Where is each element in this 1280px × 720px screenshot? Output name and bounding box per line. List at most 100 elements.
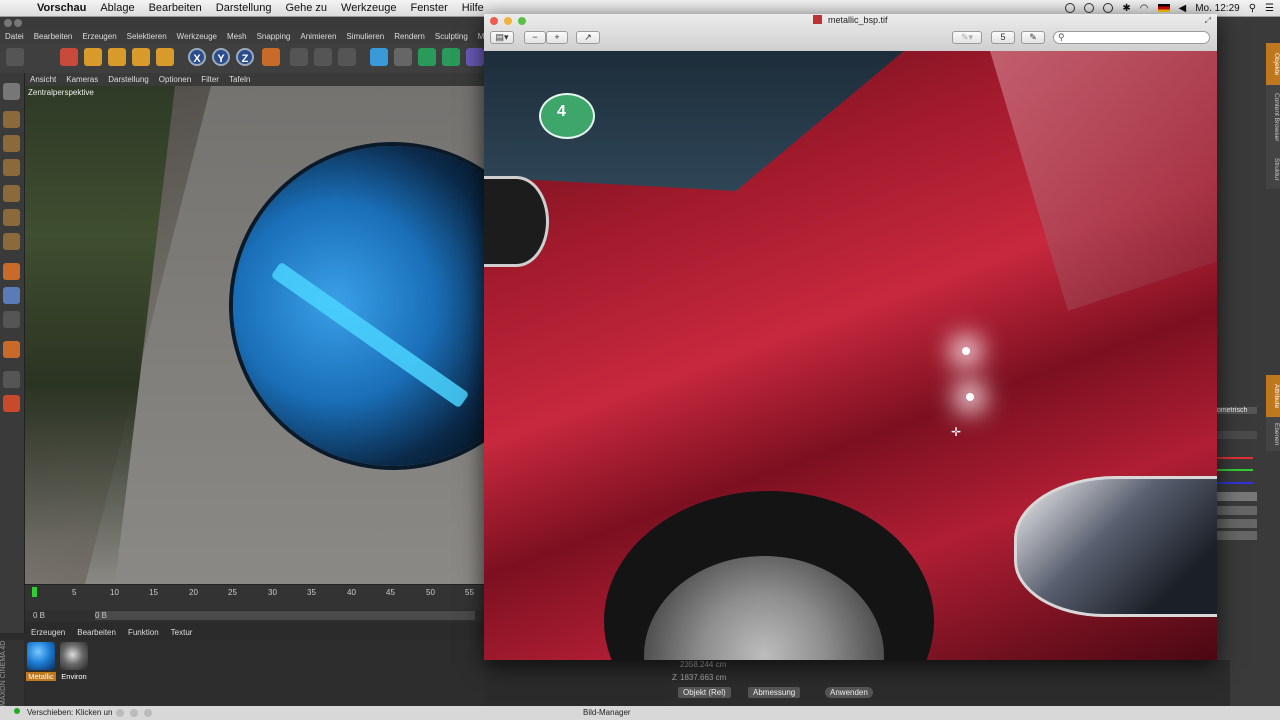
volume-icon[interactable]: ◀ — [1179, 3, 1187, 14]
menubar-clock[interactable]: Mo. 12:29 — [1195, 3, 1239, 14]
tab-ebenen[interactable]: Ebenen — [1266, 417, 1280, 451]
menu-werkzeuge[interactable]: Werkzeuge — [334, 2, 403, 14]
record-icon[interactable] — [1065, 3, 1076, 13]
frame-range-slider[interactable] — [95, 611, 475, 620]
bild-manager-minimize-button[interactable] — [130, 709, 138, 717]
scale-tool-icon[interactable] — [108, 48, 126, 66]
sidebar-view-button[interactable]: ▤▾ — [490, 31, 514, 44]
y-axis-toggle[interactable]: Y — [212, 48, 230, 66]
quantize-icon[interactable] — [3, 341, 20, 358]
car-fender-photo[interactable]: 4 ✛ — [484, 51, 1217, 660]
deformer-icon[interactable] — [466, 48, 484, 66]
viewport-menu-optionen[interactable]: Optionen — [154, 75, 196, 84]
move-tool-icon[interactable] — [84, 48, 102, 66]
select-tool-icon[interactable] — [60, 48, 78, 66]
c4d-menu-rendern[interactable]: Rendern — [389, 32, 430, 41]
zoom-in-button[interactable]: + — [546, 31, 568, 44]
make-editable-icon[interactable] — [3, 83, 20, 100]
polygons-mode-icon[interactable] — [3, 233, 20, 250]
bild-manager-zoom-button[interactable] — [144, 709, 152, 717]
object-mode-dropdown[interactable]: Objekt (Rel) — [678, 687, 731, 698]
axis-mode-icon[interactable] — [3, 263, 20, 280]
c4d-menu-werkzeuge[interactable]: Werkzeuge — [172, 32, 222, 41]
viewport-menu-kameras[interactable]: Kameras — [61, 75, 103, 84]
viewport-menu-ansicht[interactable]: Ansicht — [25, 75, 61, 84]
bluetooth-icon[interactable]: ✱ — [1122, 3, 1130, 14]
attribute-dropdown[interactable] — [1217, 519, 1257, 528]
zoom-out-button[interactable]: − — [524, 31, 546, 44]
cloner-icon[interactable] — [442, 48, 460, 66]
menu-gehe-zu[interactable]: Gehe zu — [278, 2, 334, 14]
material-environ-label[interactable]: Environ — [59, 672, 89, 681]
c4d-menu-bearbeiten[interactable]: Bearbeiten — [29, 32, 78, 41]
edit-toolbar-button[interactable]: ✎ — [1021, 31, 1045, 44]
share-button[interactable]: ↗ — [576, 31, 600, 44]
c4d-menu-selektieren[interactable]: Selektieren — [122, 32, 172, 41]
search-field[interactable]: ⚲ — [1053, 31, 1210, 44]
subdivision-surface-icon[interactable] — [418, 48, 436, 66]
material-menu-textur[interactable]: Textur — [165, 628, 199, 639]
workplane-icon[interactable] — [3, 395, 20, 412]
material-metallic-swatch[interactable] — [27, 642, 55, 670]
material-menu-funktion[interactable]: Funktion — [122, 628, 165, 639]
workplane-mode-icon[interactable] — [3, 159, 20, 176]
menu-hilfe[interactable]: Hilfe — [455, 2, 491, 14]
notification-center-icon[interactable]: ☰ — [1265, 3, 1274, 14]
c4d-minimize-button[interactable] — [14, 19, 22, 27]
menu-fenster[interactable]: Fenster — [403, 2, 454, 14]
attribute-field[interactable] — [1217, 431, 1257, 439]
tab-attribute[interactable]: Attribute — [1266, 375, 1280, 417]
coord-z-value[interactable]: 1837.663 cm — [680, 673, 726, 682]
time-machine-icon[interactable] — [1103, 3, 1114, 13]
lock-workplane-icon[interactable] — [3, 371, 20, 388]
viewport-menu-tafeln[interactable]: Tafeln — [224, 75, 255, 84]
menu-darstellung[interactable]: Darstellung — [209, 2, 279, 14]
c4d-menu-datei[interactable]: Datei — [0, 32, 29, 41]
coord-y-value[interactable]: 2358.244 cm — [680, 660, 726, 669]
tab-objekte[interactable]: Objekte — [1266, 43, 1280, 85]
attribute-mode-label[interactable]: ometrisch — [1217, 407, 1257, 414]
viewport-menu-filter[interactable]: Filter — [196, 75, 224, 84]
points-mode-icon[interactable] — [3, 185, 20, 202]
z-axis-toggle[interactable]: Z — [236, 48, 254, 66]
render-view-icon[interactable] — [290, 48, 308, 66]
annotate-dropdown[interactable]: ✎▾ — [952, 31, 982, 44]
menu-ablage[interactable]: Ablage — [93, 2, 141, 14]
current-frame-field[interactable]: 0 B — [33, 611, 45, 620]
coordinate-system-icon[interactable] — [262, 48, 280, 66]
snapping-icon[interactable] — [3, 311, 20, 328]
viewport-menu-darstellung[interactable]: Darstellung — [103, 75, 153, 84]
undo-icon[interactable] — [6, 48, 24, 66]
tweak-mode-icon[interactable] — [3, 287, 20, 304]
preview-title-bar[interactable]: metallic_bsp.tif ⤢ ▤▾ − + ↗ ✎▾ 5 ✎ ⚲ — [484, 14, 1217, 52]
material-menu-bearbeiten[interactable]: Bearbeiten — [71, 628, 122, 639]
timeline[interactable]: 0 5 10 15 20 25 30 35 40 45 50 55 — [25, 584, 485, 611]
wifi-icon[interactable]: ◠ — [1140, 3, 1149, 14]
spline-pen-icon[interactable] — [394, 48, 412, 66]
x-axis-toggle[interactable]: X — [188, 48, 206, 66]
c4d-menu-snapping[interactable]: Snapping — [252, 32, 296, 41]
texture-mode-icon[interactable] — [3, 135, 20, 152]
tab-struktur[interactable]: Struktur — [1266, 149, 1280, 189]
fullscreen-icon[interactable]: ⤢ — [1205, 16, 1211, 26]
sync-icon[interactable] — [1084, 3, 1095, 13]
tab-content-browser[interactable]: Content Browser — [1266, 85, 1280, 149]
attribute-dropdown[interactable] — [1217, 492, 1257, 501]
model-mode-icon[interactable] — [3, 111, 20, 128]
c4d-menu-erzeugen[interactable]: Erzeugen — [77, 32, 121, 41]
attribute-dropdown[interactable] — [1217, 506, 1257, 515]
attribute-dropdown[interactable] — [1217, 531, 1257, 540]
material-environ-swatch[interactable] — [60, 642, 88, 670]
c4d-menu-simulieren[interactable]: Simulieren — [341, 32, 389, 41]
material-metallic-label[interactable]: Metallic — [26, 672, 56, 681]
spotlight-icon[interactable]: ⚲ — [1249, 3, 1256, 14]
3d-viewport[interactable]: Zentralperspektive — [25, 86, 485, 584]
rotate-page-button[interactable]: 5 — [991, 31, 1015, 44]
render-picture-viewer-icon[interactable] — [314, 48, 332, 66]
menu-bearbeiten[interactable]: Bearbeiten — [142, 2, 209, 14]
size-mode-dropdown[interactable]: Abmessung — [748, 687, 801, 698]
edges-mode-icon[interactable] — [3, 209, 20, 226]
c4d-menu-sculpting[interactable]: Sculpting — [430, 32, 473, 41]
menu-app-name[interactable]: Vorschau — [30, 2, 93, 14]
c4d-menu-mesh[interactable]: Mesh — [222, 32, 252, 41]
